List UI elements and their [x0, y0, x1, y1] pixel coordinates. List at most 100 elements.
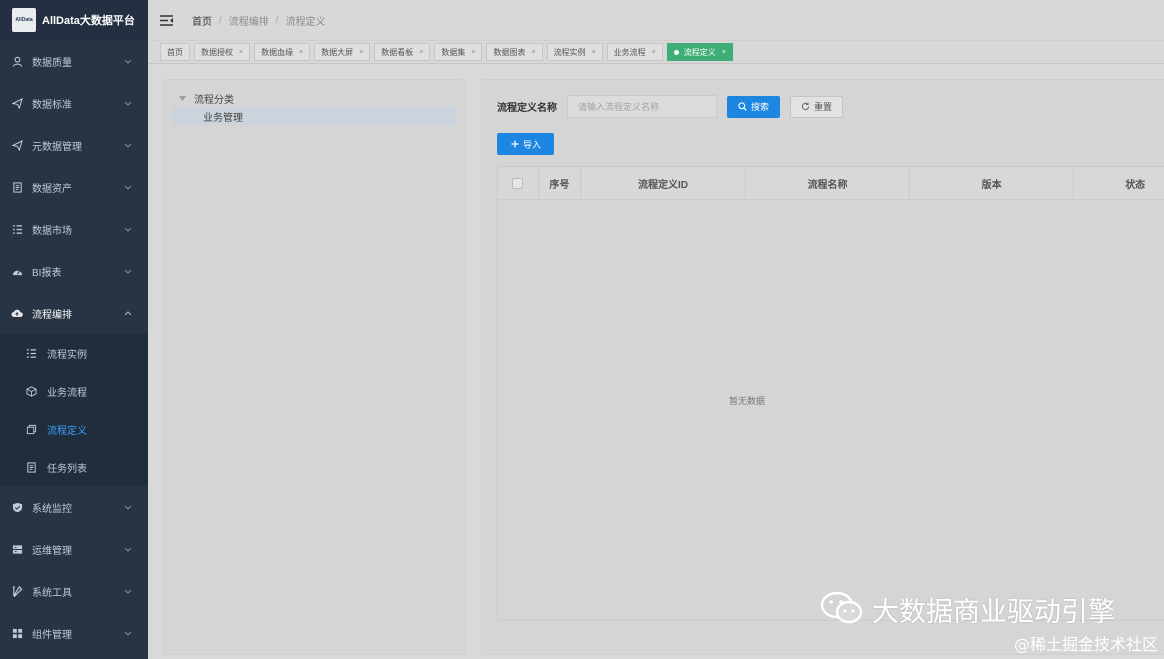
- search-icon: [738, 102, 747, 111]
- document-icon: [10, 180, 24, 194]
- tag-label: 数据集: [441, 47, 466, 57]
- import-button[interactable]: 导入: [497, 133, 555, 155]
- flow-orchestration-submenu: 流程实例 业务流程 流程定义 任务列表: [0, 334, 148, 486]
- tree-node-label: 业务管理: [203, 112, 243, 124]
- logo-title: AllData大数据平台: [42, 15, 135, 27]
- send-icon: [10, 138, 24, 152]
- cube-icon: [24, 384, 38, 398]
- chevron-up-icon: [124, 309, 132, 317]
- breadcrumb-separator: /: [275, 14, 279, 26]
- close-icon[interactable]: ×: [592, 49, 596, 56]
- tag-data-chart[interactable]: 数据图表 ×: [486, 43, 543, 61]
- chevron-down-icon: [124, 267, 132, 275]
- sidebar-item-ops-management[interactable]: 运维管理: [0, 528, 148, 570]
- logo[interactable]: AllData AllData大数据平台: [0, 0, 148, 40]
- column-header-status: 状态: [1125, 180, 1146, 191]
- sidebar-item-bi-report[interactable]: BI报表: [0, 250, 148, 292]
- column-header-flow-name: 流程名称: [746, 167, 910, 200]
- shield-icon: [10, 500, 24, 514]
- tag-dataset[interactable]: 数据集 ×: [434, 43, 483, 61]
- server-icon: [10, 542, 24, 556]
- chevron-down-icon: [124, 225, 132, 233]
- select-all-checkbox[interactable]: [512, 178, 524, 189]
- breadcrumb-flow-orchestration: 流程编排: [228, 16, 269, 28]
- close-icon[interactable]: ×: [652, 49, 656, 56]
- sidebar-item-label: 系统工具: [32, 587, 72, 599]
- sidebar-item-label: BI报表: [32, 267, 62, 279]
- chevron-down-icon: [124, 99, 132, 107]
- tag-label: 业务流程: [613, 47, 646, 57]
- sidebar-item-label: 流程编排: [32, 309, 72, 321]
- sidebar-item-data-quality[interactable]: 数据质量: [0, 40, 148, 82]
- sidebar-item-metadata[interactable]: 元数据管理: [0, 124, 148, 166]
- close-icon[interactable]: ×: [531, 49, 535, 56]
- tag-label: 数据看板: [381, 47, 414, 57]
- tools-icon: [10, 584, 24, 598]
- close-icon[interactable]: ×: [471, 49, 475, 56]
- flow-definition-name-input[interactable]: [567, 95, 717, 118]
- table-header: 序号 流程定义ID 流程名称 版本 状态: [498, 167, 1164, 200]
- tags-view: 首页 数据授权 × 数据血缘 × 数据大屏 × 数据看板 × 数据集 × 数据图表 × 流程…: [148, 40, 1164, 64]
- sidebar-item-flow-orchestration[interactable]: 流程编排: [0, 292, 148, 334]
- toolbar: 导入: [497, 133, 555, 155]
- tag-label: 流程实例: [553, 47, 586, 57]
- breadcrumb-current: 流程定义: [285, 16, 326, 28]
- tag-label: 数据大屏: [321, 47, 354, 57]
- tag-data-authorization[interactable]: 数据授权 ×: [194, 43, 251, 61]
- plus-icon: [510, 140, 519, 149]
- tag-label: 首页: [167, 47, 183, 57]
- column-header-definition-id: 流程定义ID: [581, 167, 747, 200]
- close-icon[interactable]: ×: [722, 49, 726, 56]
- sidebar-item-data-assets[interactable]: 数据资产: [0, 166, 148, 208]
- sidebar-item-data-market[interactable]: 数据市场: [0, 208, 148, 250]
- sidebar-subitem-business-flow[interactable]: 业务流程: [0, 372, 148, 410]
- chevron-down-icon: [124, 545, 132, 553]
- tag-data-board[interactable]: 数据看板 ×: [374, 43, 431, 61]
- table-empty: 暂无数据: [498, 200, 1164, 620]
- tag-label: 数据血缘: [261, 47, 294, 57]
- sidebar-subitem-task-list[interactable]: 任务列表: [0, 448, 148, 486]
- close-icon[interactable]: ×: [419, 49, 423, 56]
- sidebar-subitem-flow-instance[interactable]: 流程实例: [0, 334, 148, 372]
- breadcrumb-home[interactable]: 首页: [192, 13, 212, 28]
- copy-icon: [24, 422, 38, 436]
- breadcrumb-separator: /: [219, 14, 222, 26]
- tag-home[interactable]: 首页: [160, 43, 190, 61]
- tag-flow-instance[interactable]: 流程实例 ×: [546, 43, 603, 61]
- sidebar-item-data-standard[interactable]: 数据标准: [0, 82, 148, 124]
- sidebar-subitem-flow-definition[interactable]: 流程定义: [0, 410, 148, 448]
- empty-text: 暂无数据: [728, 395, 765, 406]
- tag-flow-definition[interactable]: 流程定义 ×: [666, 43, 733, 61]
- tag-data-screen[interactable]: 数据大屏 ×: [314, 43, 371, 61]
- caret-down-icon[interactable]: [178, 94, 186, 102]
- reset-button[interactable]: 重置: [790, 95, 844, 118]
- close-icon[interactable]: ×: [239, 49, 243, 56]
- sidebar-item-component-management[interactable]: 组件管理: [0, 612, 148, 654]
- sidebar-item-system-tools[interactable]: 系统工具: [0, 570, 148, 612]
- tree-node-root[interactable]: 流程分类: [164, 89, 465, 107]
- list-icon: [10, 222, 24, 236]
- sidebar-item-label: 数据标准: [32, 99, 72, 111]
- tag-business-flow[interactable]: 业务流程 ×: [606, 43, 663, 61]
- main-panel: 流程定义名称 搜索 重置 导入 序号 流程定义ID 流程名称 版本 状态 暂: [481, 79, 1164, 655]
- category-tree-panel: 流程分类 业务管理: [163, 79, 466, 655]
- tag-label: 数据图表: [493, 47, 526, 57]
- tag-data-lineage[interactable]: 数据血缘 ×: [254, 43, 311, 61]
- sidebar-item-label: 数据资产: [32, 183, 72, 195]
- close-icon[interactable]: ×: [359, 49, 363, 56]
- send-icon: [10, 96, 24, 110]
- tag-label: 数据授权: [201, 47, 233, 57]
- chevron-down-icon: [124, 503, 132, 511]
- search-button[interactable]: 搜索: [727, 95, 781, 118]
- close-icon[interactable]: ×: [299, 49, 303, 56]
- chevron-down-icon: [124, 57, 132, 65]
- sidebar-subitem-label: 流程实例: [47, 349, 87, 361]
- quality-icon: [10, 54, 24, 68]
- hamburger-icon[interactable]: [160, 14, 174, 26]
- select-all-cell: [498, 167, 539, 200]
- navbar: 首页 / 流程编排 / 流程定义: [148, 0, 1164, 40]
- sidebar-item-label: 数据质量: [32, 57, 72, 69]
- tree-node-business-management[interactable]: 业务管理: [172, 107, 457, 125]
- sidebar-item-system-monitor[interactable]: 系统监控: [0, 486, 148, 528]
- flow-definition-table: 序号 流程定义ID 流程名称 版本 状态 暂无数据: [497, 166, 1164, 621]
